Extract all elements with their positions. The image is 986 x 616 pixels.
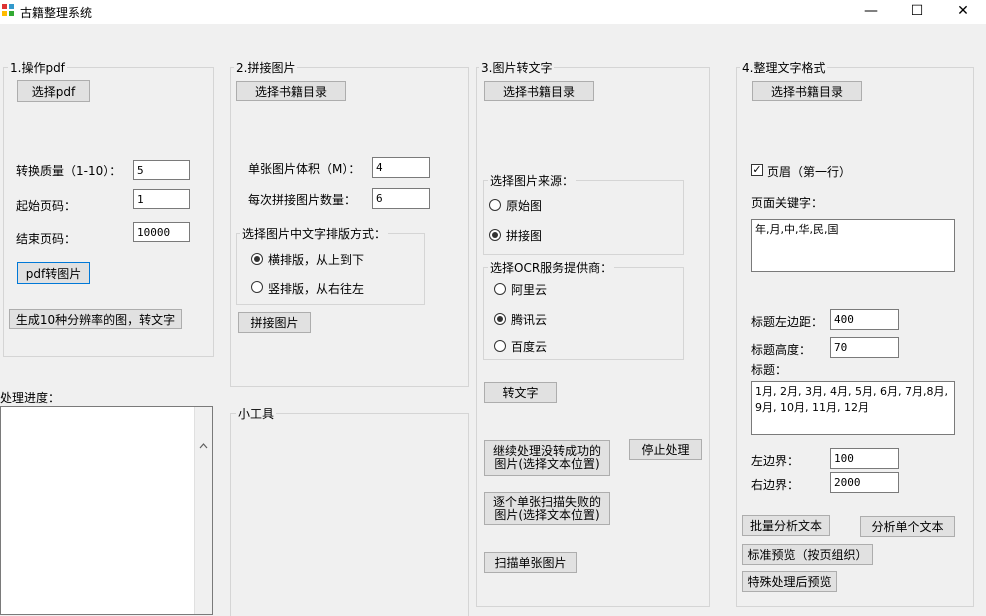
tools-group bbox=[230, 413, 469, 616]
start-page-label: 起始页码： bbox=[16, 199, 77, 213]
format-text-legend: 4.整理文字格式 bbox=[740, 59, 828, 76]
source-original-radio[interactable] bbox=[489, 199, 501, 211]
generate-resolutions-button[interactable]: 生成10种分辨率的图，转文字 bbox=[9, 309, 182, 329]
vertical-layout-radio[interactable] bbox=[251, 281, 263, 293]
section3-select-directory-button[interactable]: 选择书籍目录 bbox=[484, 81, 594, 101]
minimize-icon: — bbox=[864, 3, 878, 19]
right-boundary-input[interactable] bbox=[830, 472, 899, 493]
stop-processing-button[interactable]: 停止处理 bbox=[629, 439, 702, 460]
rescan-failed-line1: 逐个单张扫描失败的 bbox=[492, 494, 601, 509]
section4-select-directory-button[interactable]: 选择书籍目录 bbox=[752, 81, 862, 101]
end-page-input[interactable] bbox=[133, 222, 190, 242]
ocr-aliyun-label: 阿里云 bbox=[511, 283, 548, 297]
keywords-textarea[interactable]: 年,月,中,华,民,国 bbox=[751, 219, 955, 272]
close-button[interactable]: ✕ bbox=[940, 0, 986, 22]
merge-images-legend: 2.拼接图片 bbox=[234, 59, 298, 76]
rescan-failed-button[interactable]: 逐个单张扫描失败的 图片(选择文本位置) bbox=[484, 492, 610, 525]
merge-images-button[interactable]: 拼接图片 bbox=[238, 312, 311, 333]
start-page-input[interactable] bbox=[133, 189, 190, 209]
progress-log[interactable] bbox=[0, 406, 213, 615]
minimize-button[interactable]: — bbox=[848, 0, 894, 22]
ocr-aliyun-radio[interactable] bbox=[494, 283, 506, 295]
section2-select-directory-button[interactable]: 选择书籍目录 bbox=[236, 81, 346, 101]
header-checkbox[interactable]: ✓ bbox=[751, 164, 763, 176]
analyze-single-button[interactable]: 分析单个文本 bbox=[860, 516, 955, 537]
title-height-input[interactable] bbox=[830, 337, 899, 358]
title-bar: 古籍整理系统 — ☐ ✕ bbox=[0, 0, 986, 24]
scan-single-image-button[interactable]: 扫描单张图片 bbox=[484, 552, 577, 573]
image-to-text-legend: 3.图片转文字 bbox=[479, 59, 555, 76]
select-pdf-button[interactable]: 选择pdf bbox=[17, 80, 90, 102]
source-original-label: 原始图 bbox=[506, 199, 543, 213]
image-size-label: 单张图片体积（M）： bbox=[248, 162, 361, 176]
operate-pdf-legend: 1.操作pdf bbox=[8, 59, 67, 76]
title-label: 标题： bbox=[751, 363, 788, 377]
continue-failed-button[interactable]: 继续处理没转成功的 图片(选择文本位置) bbox=[484, 440, 610, 476]
progress-scrollbar[interactable] bbox=[194, 407, 212, 614]
quality-input[interactable] bbox=[133, 160, 190, 180]
ocr-baidu-radio[interactable] bbox=[494, 340, 506, 352]
image-size-input[interactable] bbox=[372, 157, 430, 178]
right-boundary-label: 右边界： bbox=[751, 478, 800, 492]
app-icon bbox=[2, 4, 14, 16]
merge-count-label: 每次拼接图片数量： bbox=[248, 193, 357, 207]
progress-label: 处理进度： bbox=[0, 391, 61, 405]
image-source-legend: 选择图片来源： bbox=[488, 172, 577, 189]
maximize-button[interactable]: ☐ bbox=[894, 0, 940, 22]
ocr-tencent-label: 腾讯云 bbox=[511, 313, 548, 327]
header-checkbox-label: 页眉（第一行） bbox=[767, 165, 852, 179]
maximize-icon: ☐ bbox=[910, 3, 924, 19]
title-height-label: 标题高度： bbox=[751, 343, 812, 357]
ocr-tencent-radio[interactable] bbox=[494, 313, 506, 325]
title-left-margin-label: 标题左边距： bbox=[751, 315, 824, 329]
scroll-up-icon bbox=[199, 443, 208, 449]
pdf-to-image-button[interactable]: pdf转图片 bbox=[17, 262, 90, 284]
text-layout-legend: 选择图片中文字排版方式： bbox=[240, 225, 389, 242]
title-textarea[interactable]: 1月, 2月, 3月, 4月, 5月, 6月, 7月,8月, 9月, 10月, … bbox=[751, 381, 955, 435]
horizontal-layout-radio[interactable] bbox=[251, 253, 263, 265]
batch-analyze-button[interactable]: 批量分析文本 bbox=[742, 515, 830, 536]
source-merged-radio[interactable] bbox=[489, 229, 501, 241]
left-boundary-label: 左边界： bbox=[751, 454, 800, 468]
source-merged-label: 拼接图 bbox=[506, 229, 543, 243]
convert-to-text-button[interactable]: 转文字 bbox=[484, 382, 557, 403]
keywords-label: 页面关键字： bbox=[751, 196, 824, 210]
quality-label: 转换质量（1-10）： bbox=[16, 164, 122, 178]
rescan-failed-line2: 图片(选择文本位置) bbox=[494, 507, 600, 522]
tools-legend: 小工具 bbox=[236, 405, 277, 422]
window-title: 古籍整理系统 bbox=[20, 6, 93, 20]
merge-count-input[interactable] bbox=[372, 188, 430, 209]
left-boundary-input[interactable] bbox=[830, 448, 899, 469]
vertical-layout-label: 竖排版，从右往左 bbox=[268, 282, 365, 296]
ocr-baidu-label: 百度云 bbox=[511, 340, 548, 354]
ocr-provider-legend: 选择OCR服务提供商： bbox=[488, 259, 615, 276]
continue-failed-line2: 图片(选择文本位置) bbox=[494, 457, 600, 471]
horizontal-layout-label: 横排版，从上到下 bbox=[268, 253, 365, 267]
special-preview-button[interactable]: 特殊处理后预览 bbox=[742, 571, 837, 592]
title-left-margin-input[interactable] bbox=[830, 309, 899, 330]
end-page-label: 结束页码： bbox=[16, 232, 77, 246]
standard-preview-button[interactable]: 标准预览（按页组织） bbox=[742, 544, 873, 565]
close-icon: ✕ bbox=[957, 3, 969, 19]
